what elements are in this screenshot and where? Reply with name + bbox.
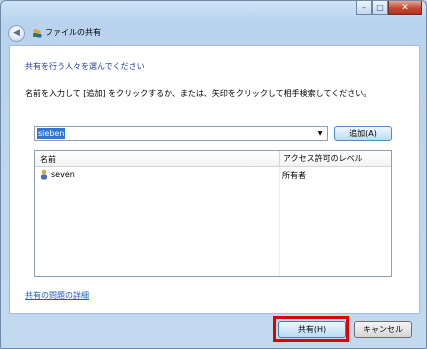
column-header-name[interactable]: 名前 xyxy=(40,154,56,165)
close-button[interactable]: ✕ xyxy=(388,1,422,15)
title-bar[interactable]: – □ ✕ xyxy=(1,1,426,23)
name-input-combobox[interactable]: sieben ▼ xyxy=(34,126,328,141)
maximize-button[interactable]: □ xyxy=(372,1,388,15)
column-header-permission[interactable]: アクセス許可のレベル xyxy=(279,151,363,166)
dialog-footer: 共有(H) キャンセル xyxy=(9,313,418,345)
sharing-list[interactable]: 名前 アクセス許可のレベル seven 所有者 xyxy=(34,150,392,277)
instruction-text: 名前を入力して [追加] をクリックするか、または、矢印をクリックして相手検索し… xyxy=(25,89,372,98)
window-controls: – □ ✕ xyxy=(356,1,422,15)
sharing-problems-link[interactable]: 共有の問題の詳細 xyxy=(25,290,89,301)
page-heading: 共有を行う人々を選んでください xyxy=(25,62,145,71)
user-icon xyxy=(40,169,48,180)
minimize-button[interactable]: – xyxy=(356,1,372,15)
add-button[interactable]: 追加(A) xyxy=(334,126,392,141)
window-title: ファイルの共有 xyxy=(45,28,101,37)
list-header: 名前 アクセス許可のレベル xyxy=(35,151,391,167)
dropdown-arrow-icon[interactable]: ▼ xyxy=(314,128,326,139)
dialog-content: 共有を行う人々を選んでください 名前を入力して [追加] をクリックするか、また… xyxy=(9,45,420,314)
list-item-name: seven xyxy=(51,170,75,179)
cancel-button[interactable]: キャンセル xyxy=(354,321,412,338)
file-sharing-window: – □ ✕ ◀ ファイルの共有 共有を行う人々を選んでください 名前を入力して … xyxy=(0,0,427,349)
name-input-value[interactable]: sieben xyxy=(37,128,66,139)
list-item-permission[interactable]: 所有者 xyxy=(282,170,306,181)
column-divider xyxy=(279,167,280,276)
back-arrow-icon[interactable]: ◀ xyxy=(8,25,25,42)
share-button[interactable]: 共有(H) xyxy=(278,321,346,338)
file-sharing-icon xyxy=(32,28,42,38)
list-item[interactable]: seven 所有者 xyxy=(35,169,391,181)
